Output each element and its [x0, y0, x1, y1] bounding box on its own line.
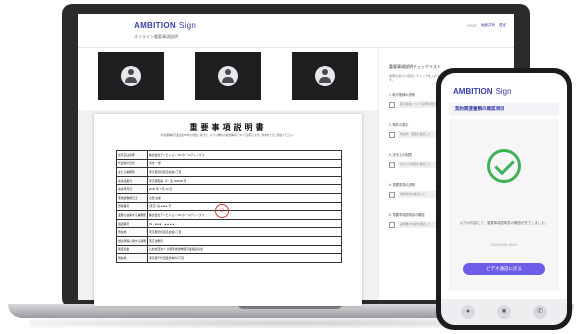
table-cell-value: 株式会社アンビション DX ホールディングス: [146, 210, 343, 220]
avatar-icon: [121, 66, 141, 86]
table-cell-label: 登録番号: [116, 201, 148, 212]
logo-text: AMBITION: [134, 21, 176, 30]
document-table: 商号又は名称 株式会社アンビション DX ホールディングス 代表者の氏名 清水 一郎主…: [116, 150, 343, 263]
avatar-icon: [315, 66, 335, 86]
call-controls: ● ■ ✆: [441, 299, 567, 325]
host-label: HOST: [467, 23, 477, 28]
table-cell-label: 保証協会: [116, 244, 148, 255]
app-header: AMBITION Sign オンライン重要事項説明 HOST 画面共有 退室: [78, 14, 514, 48]
phone-screen: AMBITION Sign 契約関連書類の確認項目 以下の内容にて、重要事項説明書…: [441, 73, 567, 325]
table-cell-value: 東京都渋谷区道玄坂1丁目: [146, 167, 343, 177]
table-cell-label: 宅地建物取引士: [116, 192, 148, 203]
document-page: 重要事項説明書 宅地建物取引業法第35条の規定に基づき、以下の物件の重要事項につ…: [94, 114, 362, 306]
checkbox[interactable]: [389, 161, 395, 168]
table-row: 保証協会 公益社団法人 全国宅地建物取引業保証協会: [116, 244, 343, 255]
table-cell-value: 公益社団法人 全国宅地建物取引業保証協会: [146, 244, 343, 255]
table-cell-label: 免許証番号: [116, 175, 148, 186]
avatar-icon: [218, 66, 238, 86]
table-cell-value: 株式会社アンビション DX ホールディングス: [146, 150, 343, 160]
table-row: 主たる事務所 東京都渋谷区道玄坂1丁目: [116, 167, 343, 177]
return-to-video-button[interactable]: ビデオ通話に戻る: [463, 263, 545, 275]
phone-logo: AMBITION Sign: [453, 87, 512, 96]
table-row: 所在地 東京都渋谷区道玄坂1丁目: [116, 227, 343, 237]
table-row: 登録番号 (東京) 第 ●●●● 号: [116, 201, 343, 212]
leave-button[interactable]: 退室: [499, 23, 506, 28]
mic-icon[interactable]: ●: [461, 305, 475, 319]
seal-text: 印: [220, 208, 224, 213]
table-row: 供託所等に関する説明 東京法務局: [116, 235, 343, 246]
table-cell-value: (東京) 第 ●●●● 号: [146, 201, 343, 212]
checkbox[interactable]: [389, 101, 395, 108]
table-cell-value: 清水 一郎: [146, 158, 343, 169]
video-icon[interactable]: ■: [497, 305, 511, 319]
table-cell-label: 所在地: [116, 227, 148, 237]
video-tile-1[interactable]: [98, 52, 164, 100]
checkbox[interactable]: [389, 221, 395, 228]
table-row: 免許年月日 2020 年 7 月 23 日: [116, 184, 343, 194]
header-actions: HOST 画面共有 退室: [467, 23, 506, 28]
table-row: 代表者の氏名 清水 一郎: [116, 158, 343, 169]
confirmation-date: 2020/11/01 09:41: [490, 243, 518, 247]
document-title: 重要事項説明書: [189, 122, 267, 132]
table-row: 電話番号 03 - ●●●● - ▲▲▲▲: [116, 218, 343, 229]
table-row: 所在地 東京都千代田区岩本町2丁目: [116, 253, 343, 263]
phone-logo-text: AMBITION: [453, 87, 493, 96]
table-cell-value: 2020 年 7 月 23 日: [146, 184, 343, 194]
table-cell-label: 免許年月日: [116, 184, 148, 194]
document-intro: 宅地建物取引業法第35条の規定に基づき、以下の物件の重要事項について説明します。…: [160, 134, 296, 137]
table-cell-label: 主たる事務所: [116, 167, 148, 177]
table-cell-value: 東京法務局: [146, 235, 343, 246]
confirmation-card: 以下の内容にて、重要事項説明書の確認が完了しました。 2020/11/01 09…: [449, 119, 559, 291]
table-cell-value: 東京都知事（1）第 000000 号: [146, 175, 343, 186]
table-cell-value: 山田 太郎: [146, 192, 343, 203]
video-tile-2[interactable]: [195, 52, 261, 100]
page-title: オンライン重要事項説明: [134, 34, 178, 39]
confirmation-message: 以下の内容にて、重要事項説明書の確認が完了しました。: [460, 221, 548, 225]
checklist-title: 重要事項説明チェックリスト: [389, 64, 441, 69]
table-row: 免許証番号 東京都知事（1）第 000000 号: [116, 175, 343, 186]
logo-suffix: Sign: [178, 21, 197, 30]
checkbox[interactable]: [389, 191, 395, 198]
video-tile-3[interactable]: [292, 52, 358, 100]
table-row: 商号又は名称 株式会社アンビション DX ホールディングス: [116, 150, 343, 160]
check-circle-icon: [487, 149, 521, 183]
table-cell-value: 東京都千代田区岩本町2丁目: [146, 253, 343, 263]
table-cell-label: 代表者の氏名: [116, 158, 148, 169]
phone-title: 契約関連書類の確認項目: [449, 103, 559, 115]
scene: AMBITION Sign オンライン重要事項説明 HOST 画面共有 退室 重要…: [0, 0, 581, 334]
app-logo[interactable]: AMBITION Sign: [134, 21, 196, 30]
phone-icon[interactable]: ✆: [533, 305, 547, 319]
seal-stamp: 印: [215, 204, 229, 218]
table-cell-value: 東京都渋谷区道玄坂1丁目: [146, 227, 343, 237]
table-row: 業務に従事する事務所 株式会社アンビション DX ホールディングス: [116, 210, 343, 220]
table-cell-label: 業務に従事する事務所: [116, 210, 148, 220]
phone-logo-suffix: Sign: [495, 87, 512, 96]
table-cell-label: 所在地: [116, 253, 148, 263]
share-screen-button[interactable]: 画面共有: [481, 23, 495, 28]
table-cell-label: 電話番号: [116, 218, 148, 229]
table-cell-label: 供託所等に関する説明: [116, 235, 148, 246]
table-cell-label: 商号又は名称: [116, 150, 148, 160]
table-cell-value: 03 - ●●●● - ▲▲▲▲: [146, 218, 343, 229]
checkbox[interactable]: [389, 131, 395, 138]
table-row: 宅地建物取引士 山田 太郎: [116, 192, 343, 203]
